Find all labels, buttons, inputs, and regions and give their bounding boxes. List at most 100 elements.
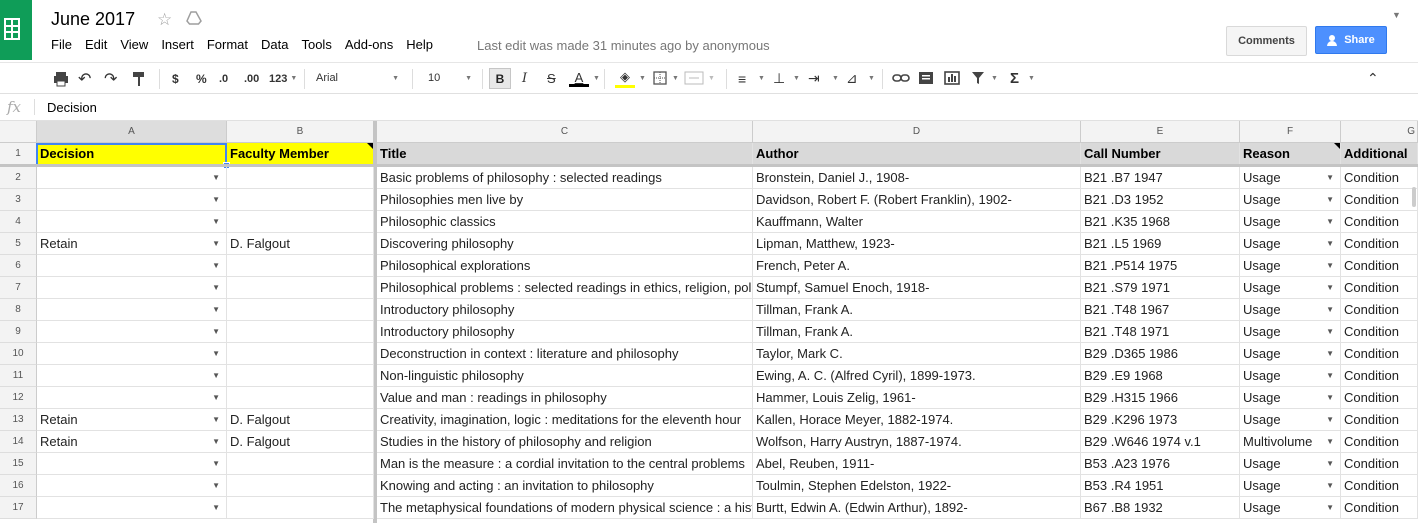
row-header[interactable]: 8	[0, 299, 37, 321]
call-number-cell[interactable]: B29 .W646 1974 v.1	[1081, 431, 1240, 453]
dropdown-arrow-icon[interactable]: ▼	[212, 189, 220, 210]
dropdown-arrow-icon[interactable]: ▼	[212, 475, 220, 496]
reason-cell[interactable]: Usage ▼	[1240, 321, 1341, 343]
title-cell[interactable]: The metaphysical foundations of modern p…	[377, 497, 753, 519]
additional-cell[interactable]: Condition	[1341, 277, 1418, 299]
title-cell[interactable]: Philosophical explorations	[377, 255, 753, 277]
dropdown-arrow-icon[interactable]: ▼	[1326, 453, 1334, 474]
dropdown-arrow-icon[interactable]: ▼	[212, 277, 220, 298]
reason-cell[interactable]: Usage ▼	[1240, 387, 1341, 409]
title-cell[interactable]: Basic problems of philosophy : selected …	[377, 167, 753, 189]
additional-cell[interactable]: Condition	[1341, 409, 1418, 431]
decision-cell[interactable]: Retain ▼	[37, 233, 227, 255]
currency-format-button[interactable]: $	[172, 63, 179, 94]
call-number-cell[interactable]: B29 .E9 1968	[1081, 365, 1240, 387]
reason-cell[interactable]: Usage ▼	[1240, 189, 1341, 211]
dropdown-arrow-icon[interactable]: ▼	[212, 299, 220, 320]
row-header[interactable]: 17	[0, 497, 37, 519]
call-number-cell[interactable]: B21 .S79 1971	[1081, 277, 1240, 299]
additional-cell[interactable]: Condition	[1341, 167, 1418, 189]
strikethrough-button[interactable]: S	[547, 63, 556, 94]
faculty-member-cell[interactable]	[227, 211, 374, 233]
faculty-member-cell[interactable]	[227, 299, 374, 321]
dropdown-arrow-icon[interactable]: ▼	[1326, 497, 1334, 518]
call-number-cell[interactable]: B29 .K296 1973	[1081, 409, 1240, 431]
menu-insert[interactable]: Insert	[161, 37, 194, 52]
call-number-cell[interactable]: B21 .B7 1947	[1081, 167, 1240, 189]
reason-cell[interactable]: Usage ▼	[1240, 453, 1341, 475]
faculty-member-cell[interactable]	[227, 497, 374, 519]
dropdown-arrow-icon[interactable]: ▼	[1326, 321, 1334, 342]
star-icon[interactable]: ☆	[157, 10, 172, 30]
dropdown-arrow-icon[interactable]: ▼	[212, 343, 220, 364]
header-cell-faculty-member[interactable]: Faculty Member	[227, 143, 374, 165]
merge-icon[interactable]	[684, 71, 704, 85]
row-header[interactable]: 14	[0, 431, 37, 453]
reason-cell[interactable]: Usage ▼	[1240, 365, 1341, 387]
reason-cell[interactable]: Usage ▼	[1240, 233, 1341, 255]
decision-cell[interactable]: ▼	[37, 387, 227, 409]
align-icon[interactable]: ≡	[738, 63, 746, 94]
additional-cell[interactable]: Condition	[1341, 365, 1418, 387]
reason-cell[interactable]: Usage ▼	[1240, 497, 1341, 519]
menu-data[interactable]: Data	[261, 37, 288, 52]
reason-cell[interactable]: Usage ▼	[1240, 343, 1341, 365]
column-header-d[interactable]: D	[753, 121, 1081, 143]
reason-cell[interactable]: Multivolume ▼	[1240, 431, 1341, 453]
title-cell[interactable]: Knowing and acting : an invitation to ph…	[377, 475, 753, 497]
reason-cell[interactable]: Usage ▼	[1240, 211, 1341, 233]
dropdown-arrow-icon[interactable]: ▼	[1326, 211, 1334, 232]
chart-icon[interactable]	[944, 71, 960, 85]
author-cell[interactable]: Davidson, Robert F. (Robert Franklin), 1…	[753, 189, 1081, 211]
move-to-folder-icon[interactable]	[186, 11, 202, 25]
dropdown-arrow-icon[interactable]: ▼	[212, 233, 220, 254]
faculty-member-cell[interactable]	[227, 277, 374, 299]
title-cell[interactable]: Introductory philosophy	[377, 321, 753, 343]
dropdown-arrow-icon[interactable]: ▼	[212, 365, 220, 386]
dropdown-arrow-icon[interactable]: ▼	[1326, 387, 1334, 408]
call-number-cell[interactable]: B21 .T48 1971	[1081, 321, 1240, 343]
font-size-select[interactable]: 10 ▼	[424, 67, 476, 89]
author-cell[interactable]: Wolfson, Harry Austryn, 1887-1974.	[753, 431, 1081, 453]
title-cell[interactable]: Philosophies men live by	[377, 189, 753, 211]
sheets-logo-icon[interactable]	[0, 0, 32, 60]
menu-edit[interactable]: Edit	[85, 37, 107, 52]
faculty-member-cell[interactable]	[227, 453, 374, 475]
additional-cell[interactable]: Condition	[1341, 343, 1418, 365]
call-number-cell[interactable]: B21 .T48 1967	[1081, 299, 1240, 321]
header-cell-additional[interactable]: Additional	[1341, 143, 1418, 165]
row-header[interactable]: 2	[0, 167, 37, 189]
italic-button[interactable]: I	[522, 63, 527, 94]
decision-cell[interactable]: Retain ▼	[37, 409, 227, 431]
row-header[interactable]: 5	[0, 233, 37, 255]
additional-cell[interactable]: Condition	[1341, 255, 1418, 277]
call-number-cell[interactable]: B21 .D3 1952	[1081, 189, 1240, 211]
faculty-member-cell[interactable]	[227, 387, 374, 409]
rotate-icon[interactable]: ⊿	[846, 63, 858, 94]
dropdown-arrow-icon[interactable]: ▼	[212, 453, 220, 474]
menu-format[interactable]: Format	[207, 37, 248, 52]
title-cell[interactable]: Non-linguistic philosophy	[377, 365, 753, 387]
decision-cell[interactable]: Retain ▼	[37, 431, 227, 453]
author-cell[interactable]: Abel, Reuben, 1911-	[753, 453, 1081, 475]
author-cell[interactable]: French, Peter A.	[753, 255, 1081, 277]
decision-cell[interactable]: ▼	[37, 255, 227, 277]
reason-cell[interactable]: Usage ▼	[1240, 299, 1341, 321]
menu-view[interactable]: View	[120, 37, 148, 52]
decision-cell[interactable]: ▼	[37, 277, 227, 299]
more-formats-button[interactable]: 123 ▼	[269, 63, 297, 94]
decision-cell[interactable]: ▼	[37, 475, 227, 497]
dropdown-arrow-icon[interactable]: ▼	[212, 321, 220, 342]
dropdown-arrow-icon[interactable]: ▼	[1326, 431, 1334, 452]
faculty-member-cell[interactable]	[227, 255, 374, 277]
header-cell-title[interactable]: Title	[377, 143, 753, 165]
dropdown-arrow-icon[interactable]: ▼	[212, 497, 220, 518]
title-cell[interactable]: Deconstruction in context : literature a…	[377, 343, 753, 365]
title-cell[interactable]: Introductory philosophy	[377, 299, 753, 321]
reason-cell[interactable]: Usage ▼	[1240, 409, 1341, 431]
column-header-f[interactable]: F	[1240, 121, 1341, 143]
row-header[interactable]: 15	[0, 453, 37, 475]
author-cell[interactable]: Kallen, Horace Meyer, 1882-1974.	[753, 409, 1081, 431]
faculty-member-cell[interactable]	[227, 189, 374, 211]
reason-cell[interactable]: Usage ▼	[1240, 277, 1341, 299]
